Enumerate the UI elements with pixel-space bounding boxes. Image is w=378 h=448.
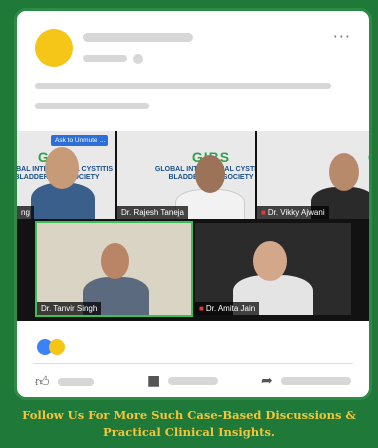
footer-banner: Follow Us For More Such Case-Based Discu… xyxy=(0,402,378,448)
thumbs-up-icon: 👍︎ xyxy=(35,374,50,390)
caption-line-placeholder xyxy=(35,103,149,109)
participant-head xyxy=(45,147,79,189)
footer-line-1: Follow Us For More Such Case-Based Discu… xyxy=(22,408,356,422)
more-options-icon[interactable]: ··· xyxy=(333,27,351,46)
author-name-placeholder xyxy=(83,33,193,42)
muted-mic-icon: ■ xyxy=(199,304,204,313)
footer-line-2: Practical Clinical Insights. xyxy=(103,425,275,439)
like-button[interactable]: 👍︎ xyxy=(35,373,94,390)
comment-button[interactable]: ■ xyxy=(147,373,219,389)
participant-name: ng xyxy=(17,206,34,219)
divider xyxy=(33,363,353,364)
video-screenshot: GIBS GLOBAL INTERSTITIAL CYSTITIS BLADDE… xyxy=(17,131,369,321)
comment-icon: ■ xyxy=(147,373,161,389)
muted-mic-icon: ■ xyxy=(261,208,266,217)
celebrate-reaction-icon xyxy=(49,339,65,355)
author-meta-dot xyxy=(133,54,143,64)
author-meta-placeholder xyxy=(83,55,127,62)
share-arrow-icon: ➦ xyxy=(261,373,273,389)
page: { "post": { "more_label": "···" }, "meet… xyxy=(0,0,378,448)
participant-name: ■ Dr. Amita Jain xyxy=(195,302,260,315)
participant-tile: GIBS ■Dr. Vikky Ajwani xyxy=(257,131,369,219)
participant-head xyxy=(329,153,359,191)
participant-tile: GIBS GLOBAL INTERSTITIAL CYSTITIS BLADDE… xyxy=(117,131,255,219)
participant-tile: ■ Dr. Amita Jain xyxy=(195,223,351,315)
unmute-more-button[interactable]: ... xyxy=(97,135,109,146)
participant-head xyxy=(253,241,287,281)
reaction-icons[interactable] xyxy=(37,339,71,355)
ask-to-unmute-button[interactable]: Ask to Unmute xyxy=(51,135,102,146)
participant-name: Dr. Tanvir Singh xyxy=(37,302,102,315)
post-header: ··· xyxy=(17,11,369,127)
avatar[interactable] xyxy=(35,29,73,67)
comment-label-placeholder xyxy=(168,377,219,385)
post-card: ··· GIBS GLOBAL INTERSTITIAL CYSTITIS BL… xyxy=(14,8,372,400)
participant-name: Dr. Rajesh Taneja xyxy=(117,206,188,219)
share-label-placeholder xyxy=(280,377,351,385)
participant-tile-speaking: Dr. Tanvir Singh xyxy=(35,221,193,317)
participant-head xyxy=(101,243,129,279)
caption-line-placeholder xyxy=(35,83,331,89)
participant-head xyxy=(195,155,225,193)
participant-name: ■ Dr. Vikky Ajwani xyxy=(257,206,329,219)
like-label-placeholder xyxy=(57,377,94,386)
share-button[interactable]: ➦ xyxy=(261,373,351,389)
